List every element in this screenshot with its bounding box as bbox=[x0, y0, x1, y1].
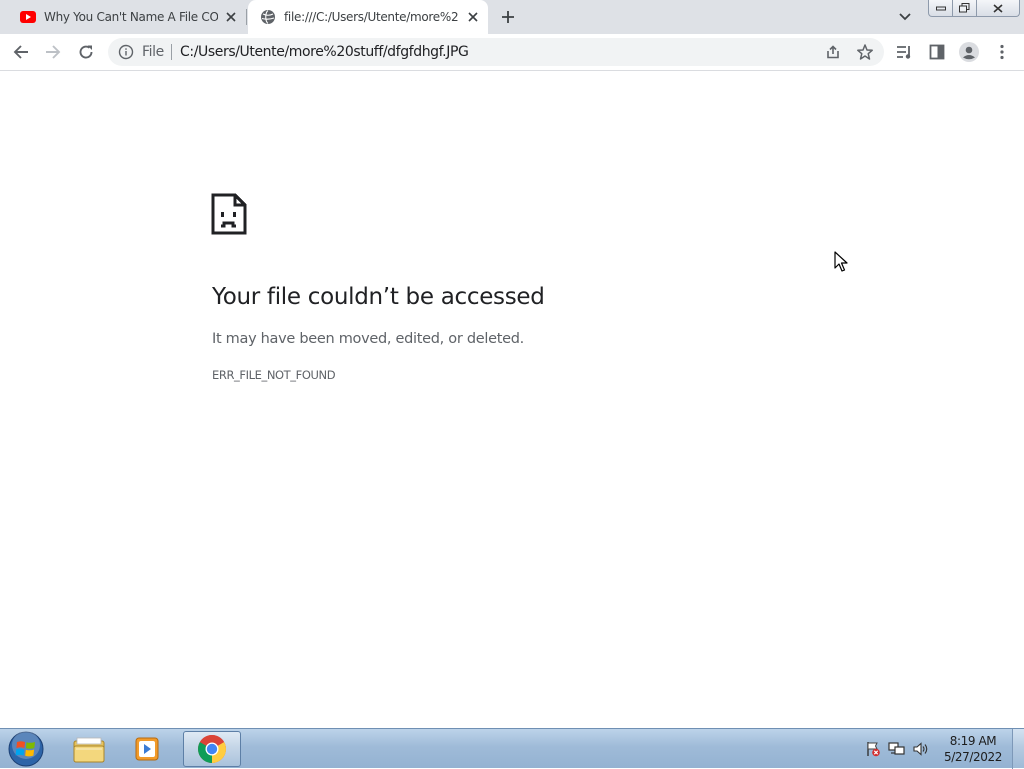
page-content: Your file couldn’t be accessed It may ha… bbox=[0, 72, 1024, 728]
side-panel-icon[interactable] bbox=[925, 40, 949, 64]
url-text[interactable]: C:/Users/Utente/more%20stuff/dfgfdhgf.JP… bbox=[180, 44, 469, 60]
browser-toolbar: File C:/Users/Utente/more%20stuff/dfgfdh… bbox=[0, 34, 1024, 71]
chrome-icon[interactable] bbox=[183, 731, 241, 767]
star-icon[interactable] bbox=[856, 43, 874, 61]
taskbar-clock[interactable]: 8:19 AM 5/27/2022 bbox=[938, 733, 1008, 765]
reading-list-icon[interactable] bbox=[893, 40, 917, 64]
show-desktop-button[interactable] bbox=[1012, 729, 1024, 769]
error-code: ERR_FILE_NOT_FOUND bbox=[212, 368, 336, 382]
tab-title: file:///C:/Users/Utente/more%20stuff/dfg… bbox=[284, 10, 458, 24]
clock-date: 5/27/2022 bbox=[944, 750, 1002, 764]
omnibox-divider bbox=[171, 44, 172, 60]
close-tab-icon[interactable] bbox=[224, 10, 238, 24]
share-icon[interactable] bbox=[824, 43, 842, 61]
address-bar[interactable]: File C:/Users/Utente/more%20stuff/dfgfdh… bbox=[108, 38, 884, 66]
media-player-icon[interactable] bbox=[119, 731, 177, 767]
profile-icon[interactable] bbox=[957, 40, 981, 64]
globe-icon bbox=[260, 9, 276, 25]
reload-icon[interactable] bbox=[74, 40, 98, 64]
minimize-icon[interactable] bbox=[928, 0, 953, 17]
close-tab-icon[interactable] bbox=[466, 10, 480, 24]
tab-strip: Why You Can't Name A File CON file:///C:… bbox=[0, 0, 1024, 34]
forward-arrow-icon[interactable] bbox=[41, 40, 65, 64]
action-center-flag-icon[interactable] bbox=[864, 740, 882, 758]
tab-youtube[interactable]: Why You Can't Name A File CON bbox=[8, 0, 246, 34]
plus-icon[interactable] bbox=[499, 8, 517, 26]
sad-file-icon bbox=[211, 193, 247, 237]
tab-title: Why You Can't Name A File CON bbox=[44, 10, 218, 24]
mouse-cursor-icon bbox=[834, 251, 848, 273]
windows-start-icon[interactable] bbox=[6, 730, 46, 768]
tab-divider bbox=[246, 9, 247, 25]
file-explorer-icon[interactable] bbox=[60, 731, 118, 767]
clock-time: 8:19 AM bbox=[949, 734, 997, 748]
window-controls bbox=[928, 0, 1020, 18]
youtube-icon bbox=[20, 9, 36, 25]
taskbar: 8:19 AM 5/27/2022 bbox=[0, 728, 1024, 769]
network-icon[interactable] bbox=[888, 740, 906, 758]
chevron-down-icon[interactable] bbox=[896, 9, 914, 25]
close-icon[interactable] bbox=[977, 0, 1020, 17]
volume-icon[interactable] bbox=[912, 740, 930, 758]
maximize-icon[interactable] bbox=[953, 0, 977, 17]
error-description: It may have been moved, edited, or delet… bbox=[212, 331, 524, 347]
error-heading: Your file couldn’t be accessed bbox=[212, 284, 545, 310]
back-arrow-icon[interactable] bbox=[9, 40, 33, 64]
scheme-label: File bbox=[142, 44, 164, 60]
tab-file[interactable]: file:///C:/Users/Utente/more%20stuff/dfg… bbox=[248, 0, 488, 34]
info-icon[interactable] bbox=[118, 44, 134, 60]
kebab-menu-icon[interactable] bbox=[990, 40, 1014, 64]
system-tray bbox=[864, 739, 934, 759]
